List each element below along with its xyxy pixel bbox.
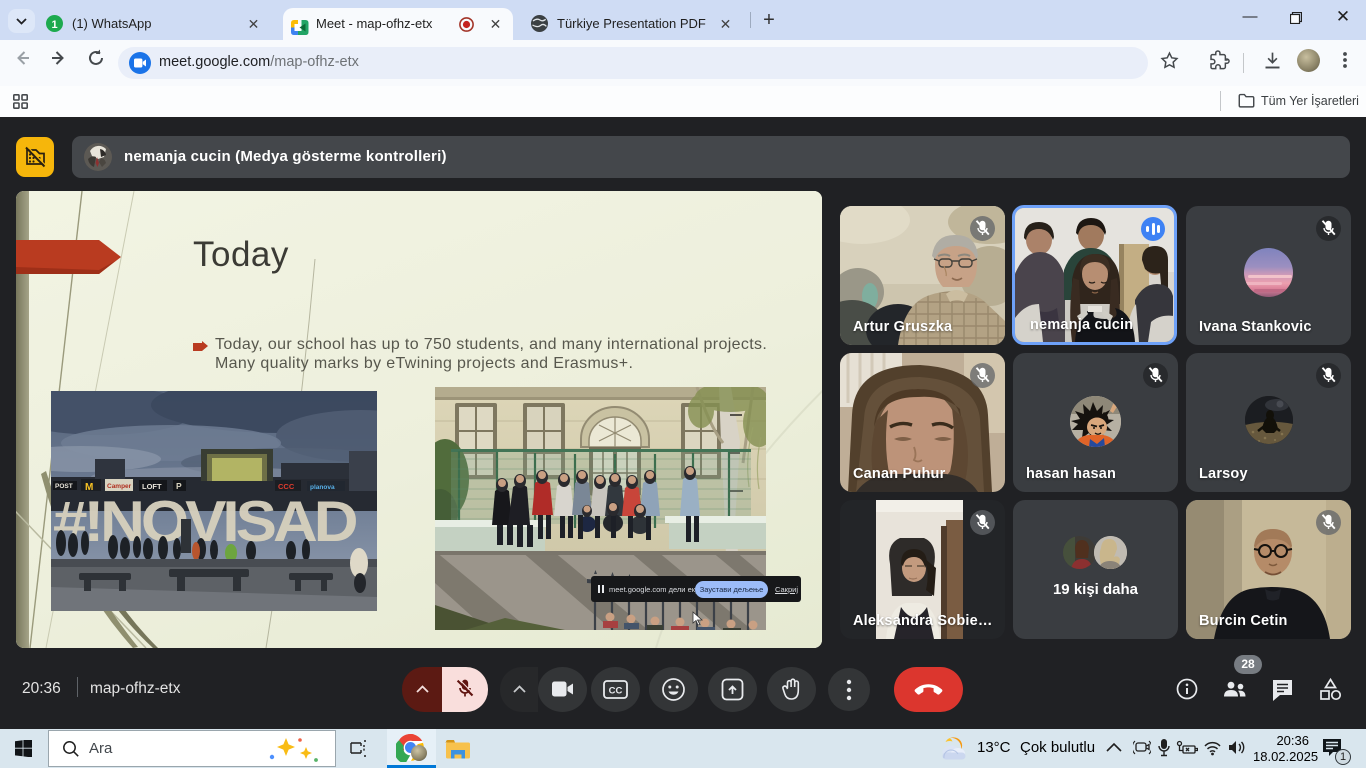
svg-text:CC: CC bbox=[609, 686, 623, 697]
svg-text:1: 1 bbox=[51, 19, 57, 31]
